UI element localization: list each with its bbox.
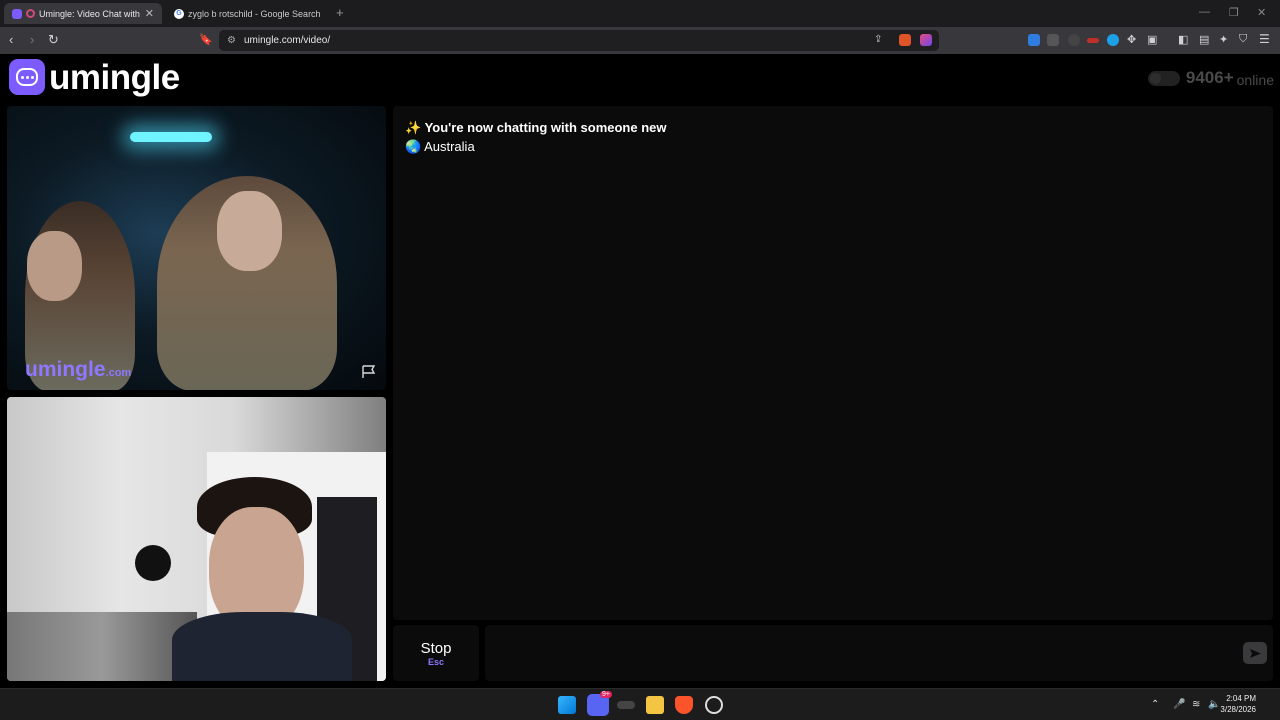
country-text: Australia (424, 139, 475, 154)
volume-icon[interactable]: 🔈 (1208, 699, 1220, 710)
stop-label: Stop (420, 640, 452, 657)
neon-light (130, 132, 212, 142)
online-status: 9406+ online (1147, 68, 1274, 88)
site-settings-icon[interactable]: ⚙ (227, 35, 236, 46)
extensions-puzzle-icon[interactable]: ✥ (1127, 33, 1136, 46)
app-icon[interactable] (617, 701, 635, 709)
back-icon[interactable]: ‹ (9, 32, 13, 47)
menu-icon[interactable]: ☰ (1259, 32, 1270, 46)
share-icon[interactable]: ⇪ (874, 34, 882, 45)
local-video (7, 397, 386, 681)
wifi-icon[interactable]: ≋ (1192, 699, 1200, 710)
minimize-icon[interactable]: — (1199, 6, 1210, 18)
browser-toolbar: ‹ › ↻ 🔖 ⚙ umingle.com/video/ ⇪ ✥ ▣ ◧ ▤ ✦… (0, 27, 1280, 54)
globe-icon: 🌏 (405, 139, 422, 154)
reload-icon[interactable]: ↻ (48, 32, 59, 48)
tab-title: zyglo b rotschild - Google Search (188, 8, 321, 19)
online-count: 9406+ (1185, 68, 1234, 87)
address-bar[interactable]: ⚙ umingle.com/video/ (219, 30, 939, 51)
clock-date: 3/28/2026 (1220, 705, 1256, 714)
umingle-logo-icon[interactable] (9, 59, 45, 95)
send-button[interactable] (1243, 642, 1267, 664)
extension-icon[interactable] (1047, 34, 1059, 46)
send-icon (1249, 648, 1261, 658)
site-logo-text[interactable]: umingle (49, 58, 180, 98)
stop-shortcut: Esc (427, 657, 444, 667)
clock-time: 2:04 PM (1226, 694, 1256, 703)
tab-umingle[interactable]: Umingle: Video Chat with Str ✕ (4, 3, 162, 24)
recording-indicator-icon (26, 9, 35, 18)
message-text: You're now chatting with someone new (424, 120, 667, 135)
new-tab-button[interactable]: + (336, 5, 344, 20)
extension-icon[interactable] (1068, 34, 1080, 46)
stop-button[interactable]: Stop Esc (393, 625, 479, 681)
umingle-favicon-icon (12, 8, 22, 19)
chat-log: ✨ You're now chatting with someone new 🌏… (393, 106, 1273, 620)
tab-google-search[interactable]: G zyglo b rotschild - Google Search (166, 3, 336, 24)
microphone-icon[interactable]: 🎤 (1173, 699, 1185, 710)
browser-tab-bar: Umingle: Video Chat with Str ✕ G zyglo b… (0, 0, 1280, 27)
brave-shields-icon[interactable] (899, 34, 911, 46)
windows-taskbar: 9+ ⌃ 🎤 ≋ 🔈 2:04 PM 3/28/2026 (0, 688, 1280, 720)
face (27, 231, 82, 301)
file-explorer-icon[interactable] (646, 696, 664, 714)
message-composer (485, 625, 1273, 681)
umingle-watermark: umingle.com (25, 358, 132, 381)
pirate-flag-decor (135, 545, 171, 581)
leo-ai-icon[interactable]: ✦ (1219, 33, 1228, 46)
report-flag-icon[interactable] (361, 365, 377, 379)
close-tab-icon[interactable]: ✕ (145, 7, 154, 20)
system-message: ✨ You're now chatting with someone new (405, 120, 667, 136)
translate-extension-icon[interactable] (1028, 34, 1040, 46)
bookmark-icon[interactable]: 🔖 (199, 33, 213, 46)
tab-search-icon[interactable]: ▣ (1147, 33, 1157, 46)
start-windows-icon[interactable] (558, 696, 576, 714)
shirt (172, 612, 352, 681)
country-message: 🌏 Australia (405, 139, 475, 155)
google-favicon-icon: G (174, 8, 184, 19)
online-toggle[interactable] (1147, 70, 1180, 86)
face (217, 191, 282, 271)
online-label: online (1236, 71, 1274, 88)
close-window-icon[interactable]: ✕ (1257, 6, 1266, 19)
wallet-icon[interactable]: ▤ (1199, 33, 1209, 46)
remote-video: umingle.com (7, 106, 386, 390)
url-text: umingle.com/video/ (243, 35, 331, 46)
extension-icon[interactable] (1087, 38, 1099, 43)
brave-browser-icon[interactable] (675, 696, 693, 714)
bed (7, 612, 197, 681)
app-icon[interactable] (705, 696, 723, 714)
tray-expand-icon[interactable]: ⌃ (1151, 699, 1159, 710)
discord-icon[interactable]: 9+ (587, 691, 612, 716)
discord-badge: 9+ (600, 691, 612, 698)
vpn-shield-icon[interactable]: ⛉ (1239, 33, 1247, 46)
brave-rewards-icon[interactable] (920, 34, 932, 46)
sidebar-icon[interactable]: ◧ (1178, 33, 1188, 46)
maximize-icon[interactable]: ❐ (1229, 6, 1239, 19)
extension-icon[interactable] (1107, 34, 1119, 46)
sparkles-icon: ✨ (405, 120, 422, 135)
message-input[interactable] (485, 625, 1225, 681)
system-clock[interactable]: 2:04 PM 3/28/2026 (1220, 693, 1256, 715)
tab-title: Umingle: Video Chat with Str (39, 8, 141, 19)
forward-icon[interactable]: › (30, 32, 34, 47)
